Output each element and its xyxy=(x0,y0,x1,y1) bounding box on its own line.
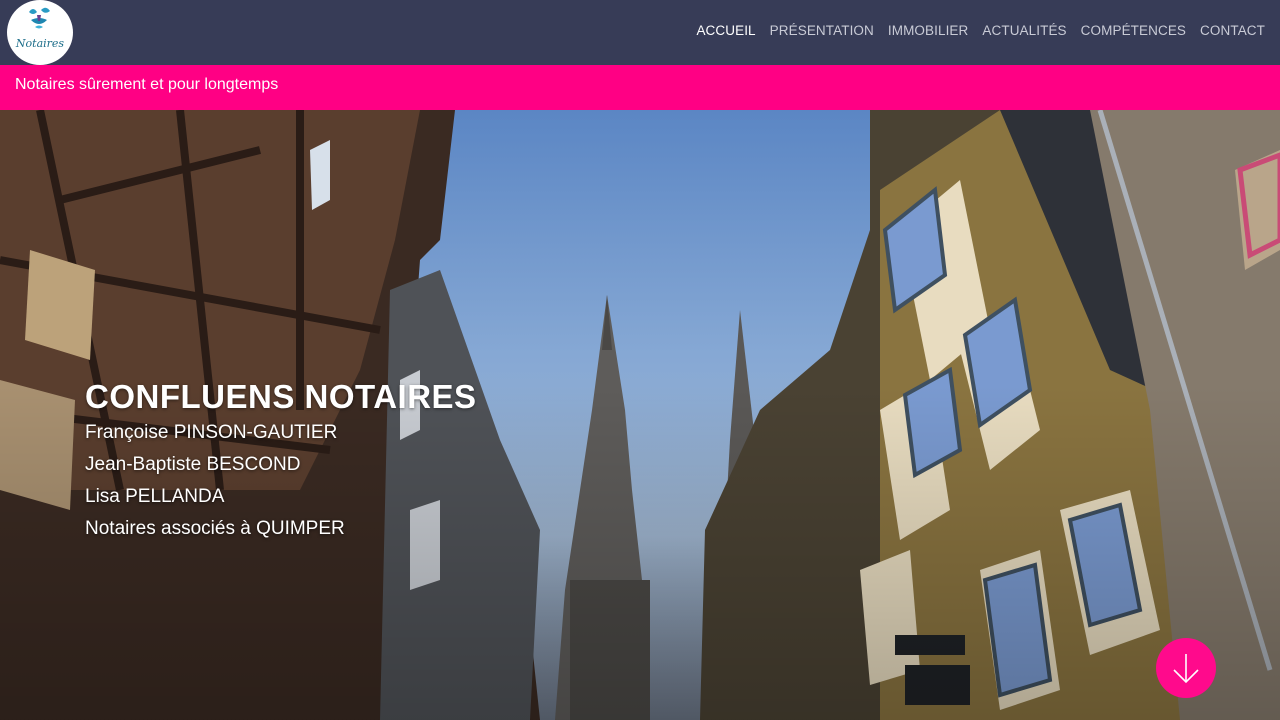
logo-text: Notaires xyxy=(15,37,65,50)
hero-line-location: Notaires associés à QUIMPER xyxy=(85,518,345,539)
hero-line-partner-3: Lisa PELLANDA xyxy=(85,486,225,507)
nav-contact[interactable]: CONTACT xyxy=(1200,23,1265,38)
hero-content: CONFLUENS NOTAIRES Françoise PINSON-GAUT… xyxy=(85,378,477,540)
main-nav: ACCUEIL PRÉSENTATION IMMOBILIER ACTUALIT… xyxy=(696,23,1265,38)
tagline-text: Notaires sûrement et pour longtemps xyxy=(15,76,279,93)
nav-actualites[interactable]: ACTUALITÉS xyxy=(982,23,1066,38)
notaires-logo[interactable]: Notaires xyxy=(7,0,73,65)
nav-accueil[interactable]: ACCUEIL xyxy=(696,23,755,38)
notaires-emblem-icon xyxy=(29,7,50,29)
scroll-down-button[interactable] xyxy=(1156,638,1216,698)
nav-presentation[interactable]: PRÉSENTATION xyxy=(770,23,874,38)
hero-title: CONFLUENS NOTAIRES xyxy=(85,378,477,415)
tagline-bar: Notaires sûrement et pour longtemps xyxy=(0,65,1280,110)
top-navigation-bar: Notaires ACCUEIL PRÉSENTATION IMMOBILIER… xyxy=(0,0,1280,65)
arrow-down-icon xyxy=(1173,654,1199,684)
hero-line-partner-1: Françoise PINSON-GAUTIER xyxy=(85,422,338,443)
nav-immobilier[interactable]: IMMOBILIER xyxy=(888,23,969,38)
hero-line-partner-2: Jean-Baptiste BESCOND xyxy=(85,454,301,475)
nav-competences[interactable]: COMPÉTENCES xyxy=(1081,23,1186,38)
